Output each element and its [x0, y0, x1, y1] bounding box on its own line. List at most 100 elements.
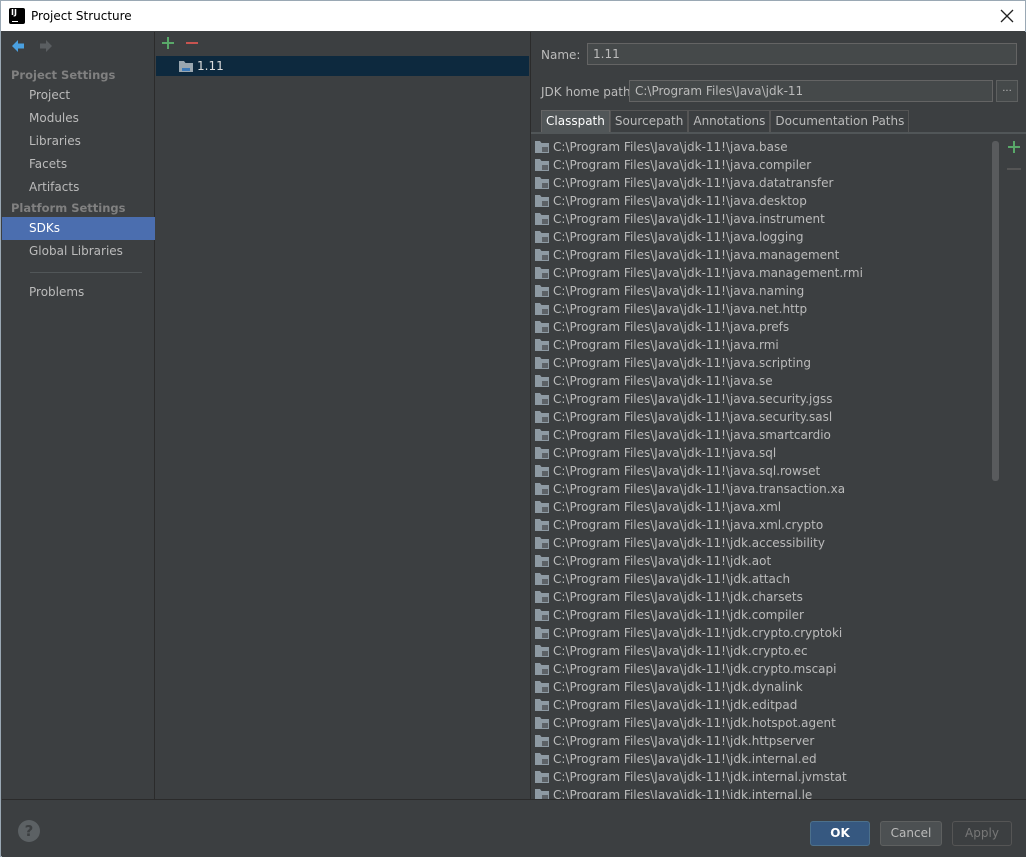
sidebar-item-libraries[interactable]: Libraries — [2, 130, 155, 153]
ok-button[interactable]: OK — [810, 821, 870, 846]
classpath-row[interactable]: C:\Program Files\Java\jdk-11!\jdk.aot — [531, 552, 993, 570]
classpath-row[interactable]: C:\Program Files\Java\jdk-11!\java.namin… — [531, 282, 993, 300]
cancel-button[interactable]: Cancel — [880, 821, 942, 846]
classpath-entry: C:\Program Files\Java\jdk-11!\java.manag… — [553, 248, 840, 262]
jar-folder-icon — [535, 753, 549, 765]
classpath-row[interactable]: C:\Program Files\Java\jdk-11!\jdk.access… — [531, 534, 993, 552]
sidebar-item-project[interactable]: Project — [2, 84, 155, 107]
remove-icon[interactable] — [184, 35, 200, 51]
classpath-row[interactable]: C:\Program Files\Java\jdk-11!\java.sql.r… — [531, 462, 993, 480]
classpath-row[interactable]: C:\Program Files\Java\jdk-11!\java.rmi — [531, 336, 993, 354]
tab-annotations[interactable]: Annotations — [688, 110, 771, 132]
classpath-entry: C:\Program Files\Java\jdk-11!\jdk.aot — [553, 554, 772, 568]
jar-folder-icon — [535, 699, 549, 711]
classpath-row[interactable]: C:\Program Files\Java\jdk-11!\java.loggi… — [531, 228, 993, 246]
classpath-entry: C:\Program Files\Java\jdk-11!\java.net.h… — [553, 302, 808, 316]
classpath-row[interactable]: C:\Program Files\Java\jdk-11!\jdk.charse… — [531, 588, 993, 606]
close-button[interactable] — [997, 6, 1017, 26]
name-label: Name: — [541, 48, 581, 62]
classpath-entry: C:\Program Files\Java\jdk-11!\jdk.dynali… — [553, 680, 803, 694]
sdk-tree-label: 1.11 — [197, 59, 224, 73]
jar-folder-icon — [535, 501, 549, 513]
add-path-icon[interactable] — [1007, 140, 1021, 154]
jar-folder-icon — [535, 519, 549, 531]
classpath-row[interactable]: C:\Program Files\Java\jdk-11!\jdk.httpse… — [531, 732, 993, 750]
remove-path-icon[interactable] — [1007, 168, 1021, 170]
project-structure-dialog: IJ Project Structure Project Settings Pr… — [0, 0, 1026, 857]
classpath-entry: C:\Program Files\Java\jdk-11!\java.smart… — [553, 428, 831, 442]
tab-sourcepath[interactable]: Sourcepath — [609, 110, 689, 132]
classpath-scrollbar[interactable] — [990, 138, 1000, 799]
classpath-row[interactable]: C:\Program Files\Java\jdk-11!\jdk.editpa… — [531, 696, 993, 714]
classpath-row[interactable]: C:\Program Files\Java\jdk-11!\java.scrip… — [531, 354, 993, 372]
classpath-row[interactable]: C:\Program Files\Java\jdk-11!\java.manag… — [531, 264, 993, 282]
classpath-entry: C:\Program Files\Java\jdk-11!\java.se — [553, 374, 773, 388]
name-field[interactable] — [587, 43, 1017, 65]
classpath-entry: C:\Program Files\Java\jdk-11!\java.deskt… — [553, 194, 807, 208]
classpath-row[interactable]: C:\Program Files\Java\jdk-11!\jdk.intern… — [531, 786, 993, 799]
classpath-row[interactable]: C:\Program Files\Java\jdk-11!\java.manag… — [531, 246, 993, 264]
classpath-entry: C:\Program Files\Java\jdk-11!\jdk.attach — [553, 572, 791, 586]
classpath-row[interactable]: C:\Program Files\Java\jdk-11!\jdk.intern… — [531, 768, 993, 786]
sidebar-item-sdks[interactable]: SDKs — [2, 217, 155, 240]
classpath-row[interactable]: C:\Program Files\Java\jdk-11!\java.secur… — [531, 390, 993, 408]
classpath-entry: C:\Program Files\Java\jdk-11!\java.secur… — [553, 392, 833, 406]
tab-classpath[interactable]: Classpath — [541, 110, 610, 132]
jar-folder-icon — [535, 177, 549, 189]
classpath-row[interactable]: C:\Program Files\Java\jdk-11!\jdk.dynali… — [531, 678, 993, 696]
scroll-thumb[interactable] — [992, 141, 999, 481]
forward-arrow-icon[interactable] — [38, 38, 54, 54]
classpath-row[interactable]: C:\Program Files\Java\jdk-11!\jdk.attach — [531, 570, 993, 588]
classpath-row[interactable]: C:\Program Files\Java\jdk-11!\java.se — [531, 372, 993, 390]
dialog-button-bar: ? OK Cancel Apply — [2, 799, 1026, 857]
jar-folder-icon — [535, 321, 549, 333]
path-tabs: Classpath Sourcepath Annotations Documen… — [541, 110, 910, 132]
classpath-entry: C:\Program Files\Java\jdk-11!\java.namin… — [553, 284, 805, 298]
jar-folder-icon — [535, 627, 549, 639]
classpath-row[interactable]: C:\Program Files\Java\jdk-11!\jdk.crypto… — [531, 660, 993, 678]
classpath-row[interactable]: C:\Program Files\Java\jdk-11!\java.base — [531, 138, 993, 156]
sidebar-item-facets[interactable]: Facets — [2, 153, 155, 176]
classpath-row[interactable]: C:\Program Files\Java\jdk-11!\java.trans… — [531, 480, 993, 498]
classpath-row[interactable]: C:\Program Files\Java\jdk-11!\java.instr… — [531, 210, 993, 228]
browse-button[interactable]: ... — [996, 80, 1018, 102]
back-arrow-icon[interactable] — [10, 38, 26, 54]
classpath-row[interactable]: C:\Program Files\Java\jdk-11!\java.deskt… — [531, 192, 993, 210]
help-icon[interactable]: ? — [18, 820, 40, 842]
add-icon[interactable] — [160, 35, 176, 51]
jar-folder-icon — [535, 249, 549, 261]
classpath-row[interactable]: C:\Program Files\Java\jdk-11!\jdk.crypto… — [531, 642, 993, 660]
classpath-row[interactable]: C:\Program Files\Java\jdk-11!\jdk.compil… — [531, 606, 993, 624]
jdk-home-path-field[interactable] — [629, 80, 993, 102]
sidebar-item-modules[interactable]: Modules — [2, 107, 155, 130]
classpath-list[interactable]: C:\Program Files\Java\jdk-11!\java.base C… — [531, 138, 993, 799]
classpath-entry: C:\Program Files\Java\jdk-11!\java.rmi — [553, 338, 779, 352]
classpath-row[interactable]: C:\Program Files\Java\jdk-11!\java.secur… — [531, 408, 993, 426]
classpath-entry: C:\Program Files\Java\jdk-11!\jdk.charse… — [553, 590, 803, 604]
classpath-entry: C:\Program Files\Java\jdk-11!\java.sql — [553, 446, 777, 460]
classpath-row[interactable]: C:\Program Files\Java\jdk-11!\java.prefs — [531, 318, 993, 336]
sidebar-item-problems[interactable]: Problems — [2, 281, 155, 304]
classpath-row[interactable]: C:\Program Files\Java\jdk-11!\java.xml.c… — [531, 516, 993, 534]
platform-settings-header: Platform Settings — [11, 201, 126, 215]
classpath-row[interactable]: C:\Program Files\Java\jdk-11!\jdk.intern… — [531, 750, 993, 768]
sidebar-item-global-libraries[interactable]: Global Libraries — [2, 240, 155, 263]
jar-folder-icon — [535, 195, 549, 207]
jar-folder-icon — [535, 357, 549, 369]
apply-button[interactable]: Apply — [952, 821, 1012, 846]
classpath-row[interactable]: C:\Program Files\Java\jdk-11!\jdk.crypto… — [531, 624, 993, 642]
tab-documentation-paths[interactable]: Documentation Paths — [770, 110, 910, 132]
sidebar-item-artifacts[interactable]: Artifacts — [2, 176, 155, 199]
jar-folder-icon — [535, 609, 549, 621]
sdk-folder-icon — [179, 61, 193, 72]
classpath-row[interactable]: C:\Program Files\Java\jdk-11!\java.compi… — [531, 156, 993, 174]
jar-folder-icon — [535, 735, 549, 747]
classpath-row[interactable]: C:\Program Files\Java\jdk-11!\java.net.h… — [531, 300, 993, 318]
classpath-row[interactable]: C:\Program Files\Java\jdk-11!\jdk.hotspo… — [531, 714, 993, 732]
sdk-tree-item[interactable]: 1.11 — [156, 56, 529, 76]
classpath-entry: C:\Program Files\Java\jdk-11!\java.trans… — [553, 482, 846, 496]
classpath-row[interactable]: C:\Program Files\Java\jdk-11!\java.sql — [531, 444, 993, 462]
classpath-row[interactable]: C:\Program Files\Java\jdk-11!\java.xml — [531, 498, 993, 516]
classpath-row[interactable]: C:\Program Files\Java\jdk-11!\java.smart… — [531, 426, 993, 444]
classpath-row[interactable]: C:\Program Files\Java\jdk-11!\java.datat… — [531, 174, 993, 192]
